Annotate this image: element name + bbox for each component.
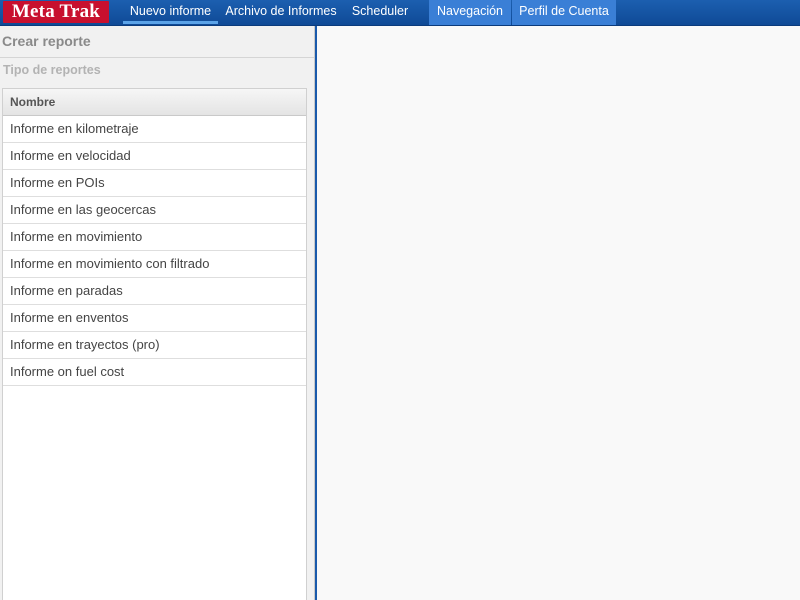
report-row-kilometraje[interactable]: Informe en kilometraje (3, 116, 306, 143)
create-report-panel: Crear reporte Tipo de reportes Nombre In… (0, 26, 315, 600)
report-row-pois[interactable]: Informe en POIs (3, 170, 306, 197)
top-nav-bar: Meta Trak Nuevo informe Archivo de Infor… (0, 0, 800, 26)
report-row-fuel-cost[interactable]: Informe on fuel cost (3, 359, 306, 386)
tab-scheduler[interactable]: Scheduler (344, 0, 416, 24)
app-logo[interactable]: Meta Trak (3, 1, 109, 23)
tab-perfil-de-cuenta[interactable]: Perfil de Cuenta (512, 0, 616, 25)
report-row-paradas[interactable]: Informe en paradas (3, 278, 306, 305)
report-row-movimiento-filtrado[interactable]: Informe en movimiento con filtrado (3, 251, 306, 278)
report-row-eventos[interactable]: Informe en enventos (3, 305, 306, 332)
tab-nuevo-informe[interactable]: Nuevo informe (123, 0, 218, 24)
report-row-geocercas[interactable]: Informe en las geocercas (3, 197, 306, 224)
report-types-grid: Nombre Informe en kilometraje Informe en… (2, 88, 307, 600)
report-row-velocidad[interactable]: Informe en velocidad (3, 143, 306, 170)
report-types-heading: Tipo de reportes (3, 63, 101, 77)
column-header-nombre[interactable]: Nombre (3, 89, 306, 116)
tab-navegacion[interactable]: Navegación (429, 0, 511, 25)
tab-archivo-de-informes[interactable]: Archivo de Informes (219, 0, 343, 24)
report-row-movimiento[interactable]: Informe en movimiento (3, 224, 306, 251)
panel-title: Crear reporte (2, 33, 91, 49)
report-content-area (315, 26, 800, 600)
panel-divider (0, 57, 314, 58)
report-row-trayectos[interactable]: Informe en trayectos (pro) (3, 332, 306, 359)
